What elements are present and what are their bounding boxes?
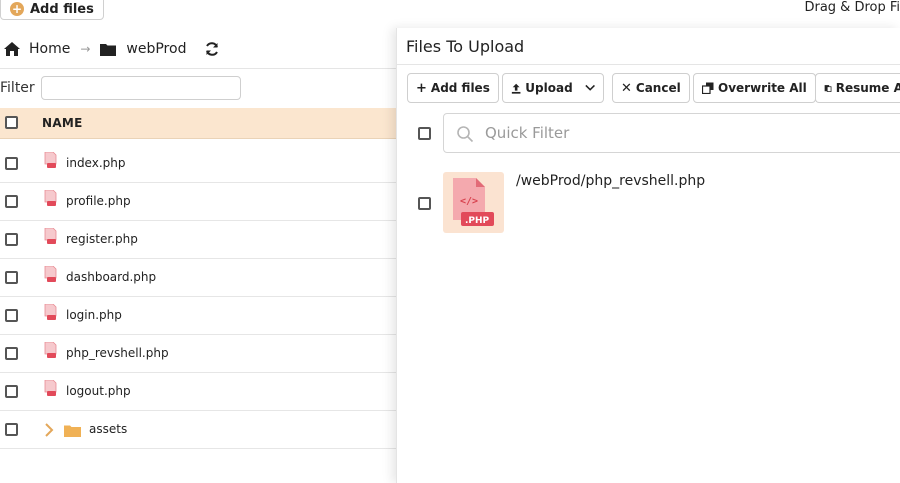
php-file-icon [44, 342, 57, 358]
file-name[interactable]: login.php [66, 308, 122, 322]
breadcrumb-home[interactable]: Home [29, 41, 70, 57]
quick-filter-placeholder: Quick Filter [485, 124, 570, 142]
php-file-icon [44, 304, 57, 320]
row-checkbox[interactable] [5, 385, 18, 398]
panel-title: Files To Upload [406, 37, 525, 56]
quick-filter-input[interactable]: Quick Filter [443, 113, 900, 153]
file-name[interactable]: logout.php [66, 384, 131, 398]
file-name[interactable]: php_revshell.php [66, 346, 169, 360]
home-icon[interactable] [3, 41, 21, 57]
drag-drop-label: Drag & Drop Fi [804, 0, 900, 15]
breadcrumb: Home → webProd [0, 38, 220, 60]
refresh-icon[interactable] [204, 41, 220, 57]
chevron-right-icon[interactable] [44, 423, 54, 437]
add-files-label: Add files [30, 1, 94, 17]
resume-all-label: Resume Al [835, 81, 900, 95]
folder-name[interactable]: assets [89, 422, 127, 436]
upload-button[interactable]: Upload [502, 73, 604, 103]
file-name[interactable]: dashboard.php [66, 270, 156, 284]
plus-icon: + [416, 80, 427, 96]
php-file-icon [44, 152, 57, 168]
breadcrumb-separator-icon: → [80, 42, 91, 56]
row-checkbox[interactable] [5, 157, 18, 170]
copy-icon [702, 82, 714, 94]
upload-label: Upload [525, 81, 573, 95]
php-file-icon [44, 190, 57, 206]
cancel-label: Cancel [635, 81, 681, 95]
svg-text:</>: </> [460, 196, 478, 207]
php-file-icon [44, 380, 57, 396]
add-files-button[interactable]: + Add files [0, 0, 104, 20]
row-checkbox[interactable] [5, 347, 18, 360]
resume-all-button[interactable]: Resume Al [815, 73, 900, 103]
folder-icon [100, 44, 117, 56]
top-bar: + Add files Drag & Drop Fi [0, 0, 900, 28]
php-file-icon [44, 228, 57, 244]
select-all-checkbox[interactable] [5, 116, 18, 129]
file-name[interactable]: index.php [66, 156, 125, 170]
filter-label: Filter [0, 80, 35, 96]
paste-icon [824, 85, 832, 92]
row-checkbox[interactable] [5, 233, 18, 246]
divider [397, 64, 900, 65]
row-checkbox[interactable] [5, 423, 18, 436]
name-column-header[interactable]: NAME [42, 116, 83, 130]
close-icon: ✕ [621, 80, 632, 96]
search-icon [457, 126, 474, 143]
cancel-button[interactable]: ✕ Cancel [612, 73, 690, 103]
files-to-upload-panel: Files To Upload + Add files Upload ✕ Can… [396, 28, 900, 483]
php-file-thumbnail-icon: </> .PHP [443, 172, 504, 233]
row-checkbox[interactable] [5, 309, 18, 322]
row-checkbox[interactable] [5, 195, 18, 208]
chevron-down-icon[interactable] [584, 84, 595, 92]
file-name[interactable]: register.php [66, 232, 138, 246]
breadcrumb-current-folder[interactable]: webProd [126, 41, 186, 57]
upload-item-path: /webProd/php_revshell.php [516, 173, 706, 189]
file-name[interactable]: profile.php [66, 194, 131, 208]
row-checkbox[interactable] [5, 271, 18, 284]
add-files-label: Add files [430, 81, 490, 95]
overwrite-all-button[interactable]: Overwrite All [693, 73, 816, 103]
filter-input[interactable] [41, 76, 241, 100]
add-files-button[interactable]: + Add files [407, 73, 499, 103]
overwrite-all-label: Overwrite All [718, 81, 807, 95]
php-badge: .PHP [465, 216, 490, 226]
folder-icon [64, 425, 81, 437]
upload-item-checkbox[interactable] [418, 197, 431, 210]
php-file-icon [44, 266, 57, 282]
upload-icon [511, 83, 521, 94]
select-all-upload-checkbox[interactable] [418, 127, 431, 140]
add-circle-icon: + [10, 2, 24, 16]
